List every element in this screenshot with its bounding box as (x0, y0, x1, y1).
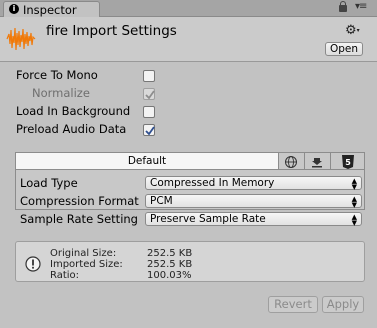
compression-format-dropdown[interactable]: PCM ▲ ▼ (145, 194, 362, 209)
force-to-mono-checkbox[interactable] (143, 70, 155, 82)
updown-arrows-icon: ▲ ▼ (351, 177, 357, 191)
updown-arrows-icon: ▲ ▼ (351, 213, 357, 227)
original-size-label: Original Size: (50, 248, 117, 259)
inspector-header: fire Import Settings ⚙▾ Open (0, 17, 377, 62)
preload-audio-data-label: Preload Audio Data (16, 122, 127, 136)
tab-inspector-label: Inspector (23, 3, 77, 17)
info-icon: i (9, 4, 19, 14)
load-in-background-label: Load In Background (16, 104, 131, 118)
revert-button[interactable]: Revert (268, 296, 318, 313)
menu-icon[interactable]: ▾≡ (355, 1, 367, 12)
compression-format-value: PCM (150, 195, 173, 207)
sample-rate-setting-label: Sample Rate Setting (20, 212, 138, 226)
load-type-dropdown[interactable]: Compressed In Memory ▲ ▼ (145, 176, 362, 191)
tab-webgl[interactable]: 5 (331, 152, 365, 170)
tab-inspector[interactable]: i Inspector (3, 1, 100, 17)
ratio-value: 100.03% (147, 270, 192, 281)
load-in-background-checkbox[interactable] (143, 106, 155, 118)
globe-icon (285, 156, 297, 168)
compression-format-label: Compression Format (20, 194, 139, 208)
sample-rate-setting-dropdown[interactable]: Preserve Sample Rate ▲ ▼ (145, 212, 362, 227)
page-title: fire Import Settings (46, 23, 177, 39)
lock-icon[interactable] (339, 1, 347, 12)
normalize-checkbox[interactable] (143, 88, 155, 100)
tab-standalone[interactable] (279, 152, 305, 170)
apply-button[interactable]: Apply (322, 296, 364, 313)
audio-clip-icon (6, 27, 36, 51)
open-button[interactable]: Open (325, 42, 363, 56)
html5-icon: 5 (342, 155, 354, 169)
load-type-value: Compressed In Memory (150, 177, 275, 189)
info-icon (25, 256, 41, 272)
sample-rate-setting-value: Preserve Sample Rate (150, 213, 266, 225)
svg-text:5: 5 (345, 158, 351, 167)
tab-download[interactable] (305, 152, 331, 170)
normalize-label: Normalize (32, 86, 90, 100)
ratio-label: Ratio: (50, 270, 80, 281)
gear-icon[interactable]: ⚙▾ (345, 24, 360, 37)
original-size-value: 252.5 KB (147, 248, 193, 259)
checkmark-icon (145, 90, 155, 100)
updown-arrows-icon: ▲ ▼ (351, 195, 357, 209)
imported-size-label: Imported Size: (50, 259, 123, 270)
checkmark-icon (145, 126, 155, 136)
download-icon (312, 158, 322, 168)
platform-tabs: Default 5 (15, 152, 365, 170)
tab-bar: i Inspector ▾≡ (0, 0, 377, 17)
tab-default[interactable]: Default (15, 152, 279, 170)
load-type-label: Load Type (20, 176, 78, 190)
preload-audio-data-checkbox[interactable] (143, 124, 155, 136)
force-to-mono-label: Force To Mono (16, 68, 98, 82)
imported-size-value: 252.5 KB (147, 259, 193, 270)
